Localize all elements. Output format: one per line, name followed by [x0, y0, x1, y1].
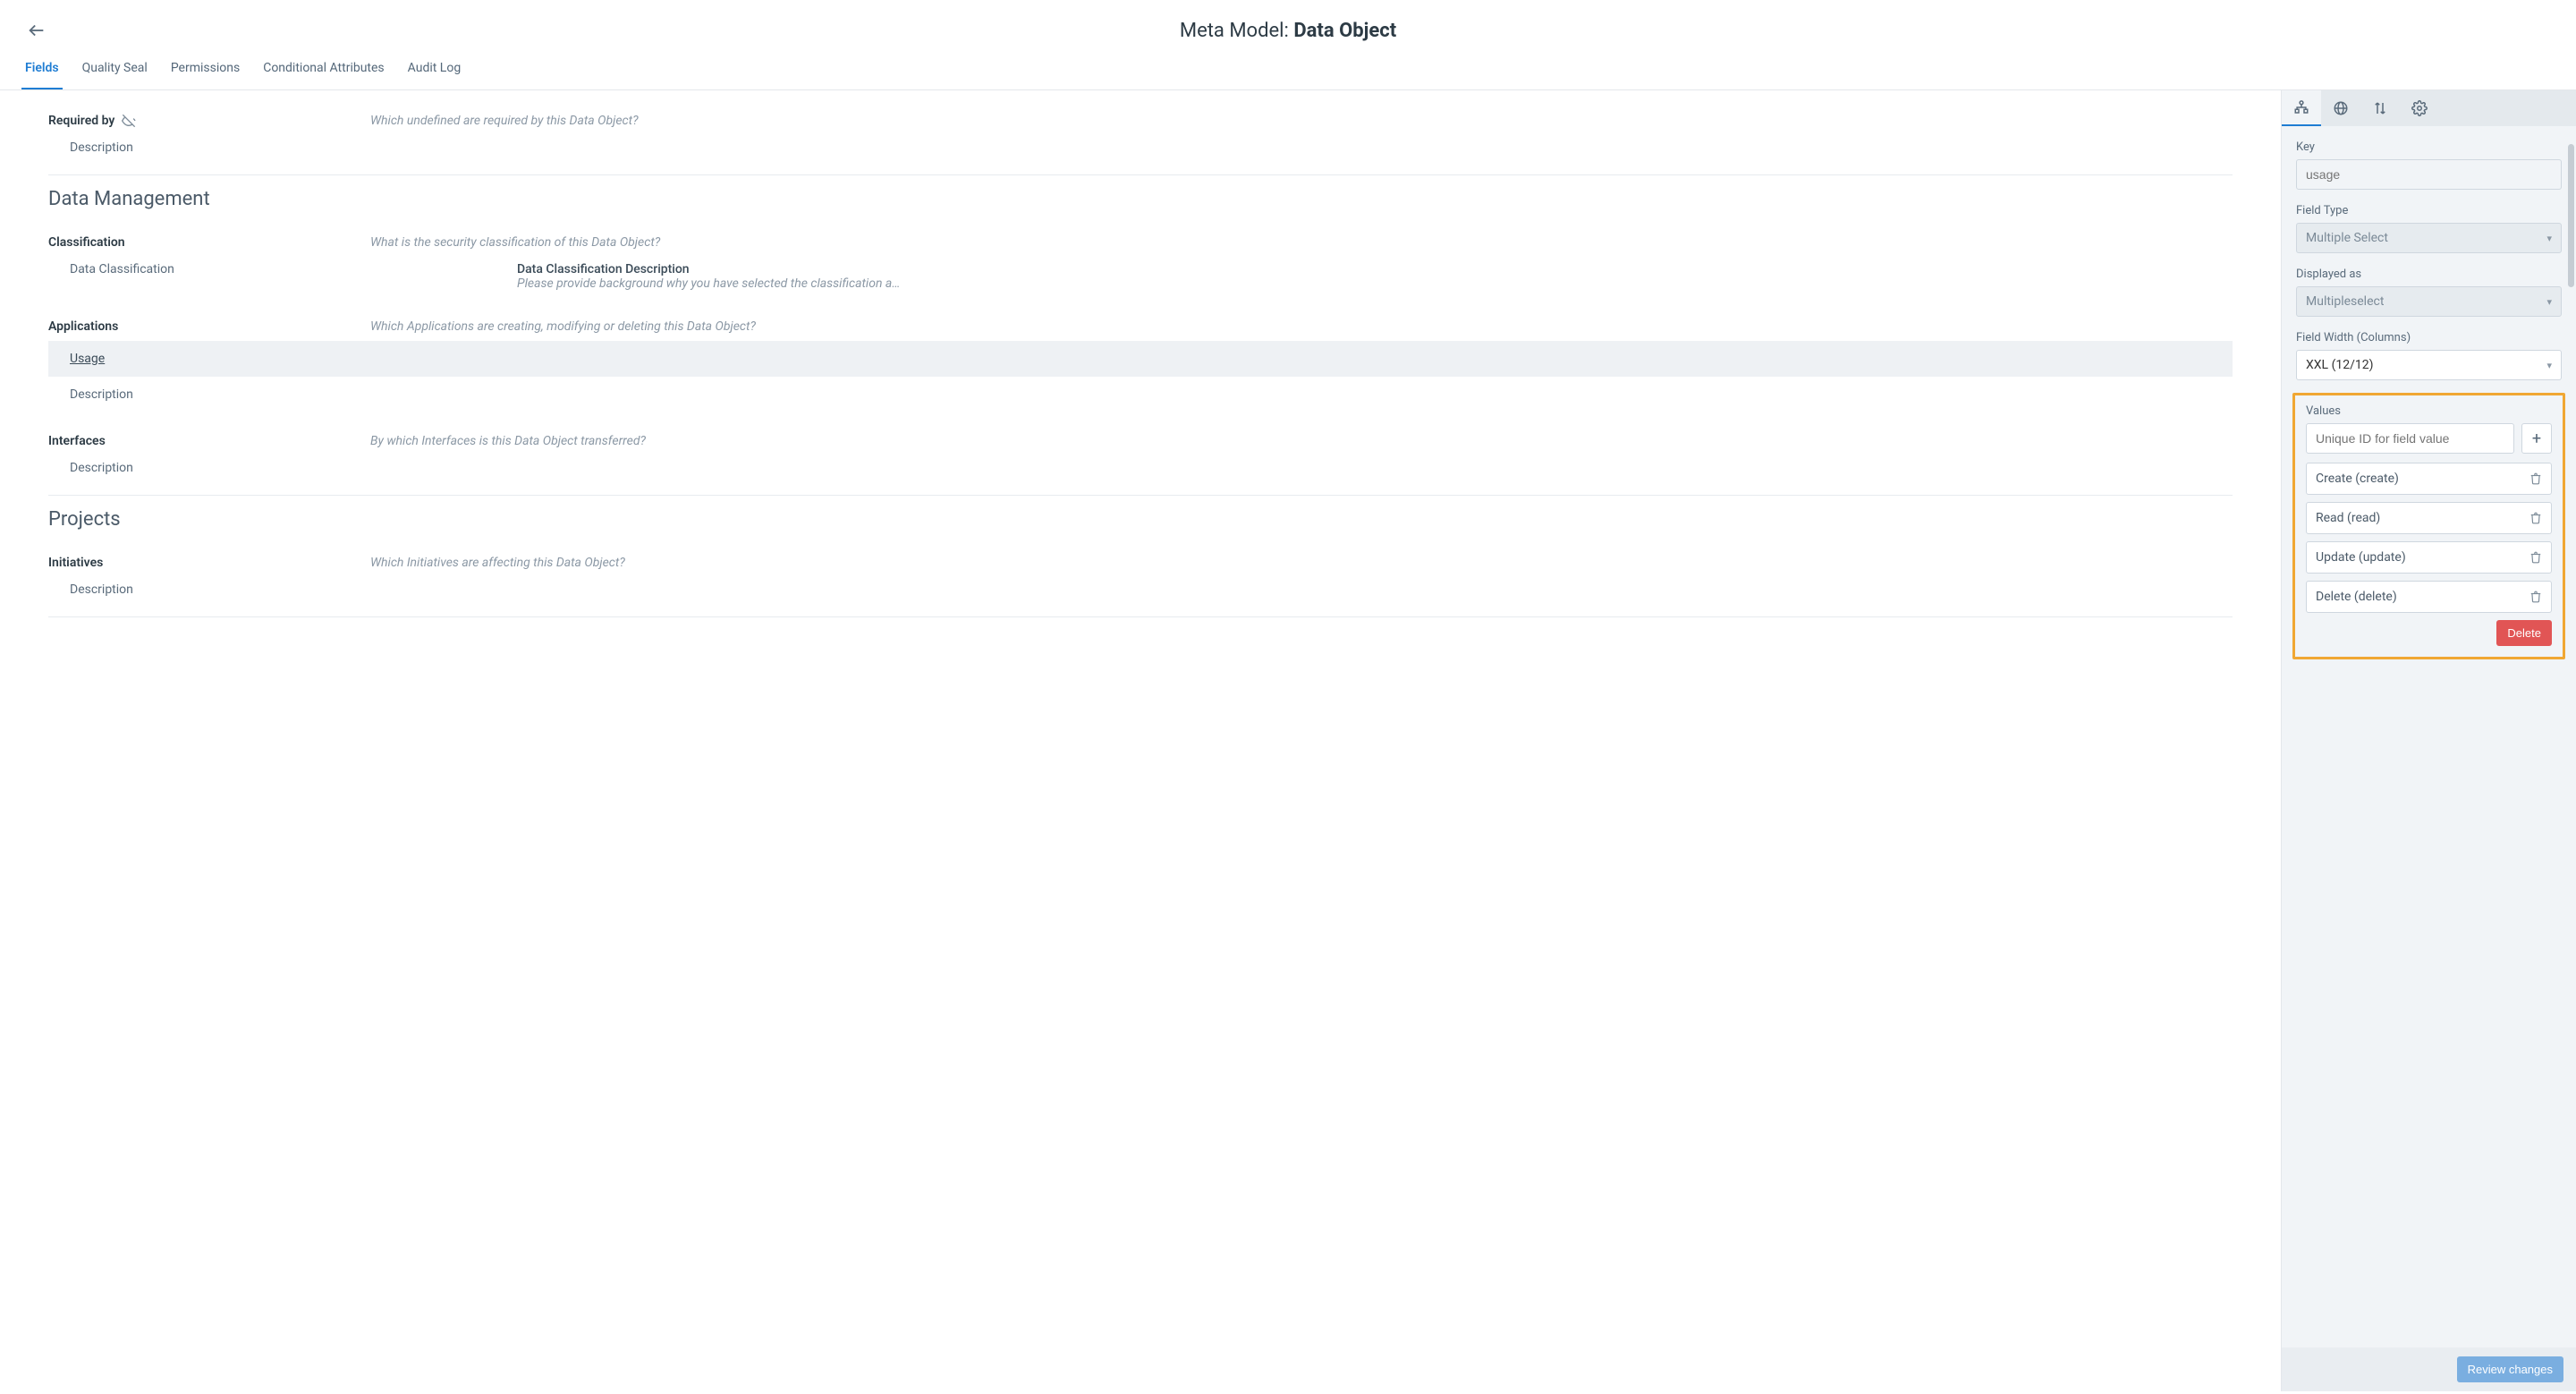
arrow-left-icon	[27, 21, 47, 40]
tab-permissions[interactable]: Permissions	[167, 52, 243, 89]
eye-off-icon	[122, 114, 136, 128]
delete-button[interactable]: Delete	[2496, 620, 2552, 646]
panel-tab-settings[interactable]	[2400, 90, 2439, 126]
subfield-secondary-desc: Please provide background why you have s…	[517, 276, 2233, 291]
globe-icon	[2333, 100, 2349, 116]
tab-fields[interactable]: Fields	[21, 52, 63, 89]
section-heading-data-management: Data Management	[48, 188, 2233, 210]
field-applications: Applications Which Applications are crea…	[48, 312, 2233, 407]
trash-icon[interactable]	[2529, 551, 2542, 564]
trash-icon[interactable]	[2529, 591, 2542, 603]
subfield-row[interactable]: Description	[48, 577, 2233, 602]
chevron-down-icon: ▾	[2546, 233, 2552, 244]
field-required-by: Required by Which undefined are required…	[48, 106, 2233, 160]
value-item[interactable]: Delete (delete)	[2306, 581, 2552, 613]
tab-quality-seal[interactable]: Quality Seal	[79, 52, 151, 89]
chevron-down-icon: ▾	[2546, 360, 2552, 371]
values-section: Values + Create (create) Read (read) Upd	[2292, 393, 2565, 659]
main-content: Required by Which undefined are required…	[0, 90, 2281, 1391]
displayed-as-label: Displayed as	[2296, 268, 2562, 281]
side-panel: Key Field Type Multiple Select ▾ Display…	[2281, 90, 2576, 1391]
chevron-down-icon: ▾	[2546, 296, 2552, 308]
panel-footer: Review changes	[2282, 1347, 2576, 1391]
key-input	[2296, 159, 2562, 190]
scrollbar-thumb[interactable]	[2568, 144, 2574, 287]
tab-audit-log[interactable]: Audit Log	[404, 52, 465, 89]
trash-icon[interactable]	[2529, 512, 2542, 524]
displayed-as-select[interactable]: Multipleselect ▾	[2296, 286, 2562, 317]
subfield-row[interactable]: Description	[48, 455, 2233, 480]
back-button[interactable]	[27, 21, 47, 40]
field-label: Applications	[48, 319, 370, 334]
value-id-input[interactable]	[2306, 423, 2514, 454]
value-item[interactable]: Read (read)	[2306, 502, 2552, 534]
structure-icon	[2293, 99, 2309, 115]
header-tabs: Fields Quality Seal Permissions Conditio…	[0, 52, 2576, 89]
subfield-secondary-title: Data Classification Description	[517, 262, 2233, 276]
field-description: Which Initiatives are affecting this Dat…	[370, 556, 2233, 570]
panel-tab-globe[interactable]	[2321, 90, 2360, 126]
field-label: Required by	[48, 114, 370, 128]
value-item[interactable]: Create (create)	[2306, 463, 2552, 495]
gear-icon	[2411, 100, 2428, 116]
values-label: Values	[2306, 404, 2552, 418]
page-header: Meta Model: Data Object Fields Quality S…	[0, 0, 2576, 90]
subfield-row[interactable]: Description	[48, 382, 2233, 407]
review-changes-button[interactable]: Review changes	[2457, 1356, 2563, 1382]
subfield-row-usage[interactable]: Usage	[48, 341, 2233, 377]
plus-icon: +	[2532, 429, 2541, 448]
field-description: What is the security classification of t…	[370, 235, 2233, 250]
panel-tabs	[2282, 90, 2576, 126]
field-description: By which Interfaces is this Data Object …	[370, 434, 2233, 448]
trash-icon[interactable]	[2529, 472, 2542, 485]
field-type-select[interactable]: Multiple Select ▾	[2296, 223, 2562, 253]
field-description: Which undefined are required by this Dat…	[370, 114, 2233, 128]
subfield-row[interactable]: Data Classification Data Classification …	[48, 257, 2233, 296]
field-label: Classification	[48, 235, 370, 250]
field-type-label: Field Type	[2296, 204, 2562, 217]
panel-tab-sort[interactable]	[2360, 90, 2400, 126]
page-title: Meta Model: Data Object	[1180, 20, 1396, 42]
field-interfaces: Interfaces By which Interfaces is this D…	[48, 427, 2233, 480]
section-heading-projects: Projects	[48, 508, 2233, 531]
value-item[interactable]: Update (update)	[2306, 541, 2552, 574]
key-label: Key	[2296, 140, 2562, 154]
field-description: Which Applications are creating, modifyi…	[370, 319, 2233, 334]
subfield-row[interactable]: Description	[48, 135, 2233, 160]
field-initiatives: Initiatives Which Initiatives are affect…	[48, 548, 2233, 602]
field-label: Initiatives	[48, 556, 370, 570]
add-value-button[interactable]: +	[2521, 423, 2552, 454]
field-label: Interfaces	[48, 434, 370, 448]
sort-icon	[2372, 100, 2388, 116]
tab-conditional-attributes[interactable]: Conditional Attributes	[259, 52, 387, 89]
field-classification: Classification What is the security clas…	[48, 228, 2233, 296]
panel-tab-structure[interactable]	[2282, 90, 2321, 126]
field-width-label: Field Width (Columns)	[2296, 331, 2562, 344]
field-width-select[interactable]: XXL (12/12) ▾	[2296, 350, 2562, 380]
